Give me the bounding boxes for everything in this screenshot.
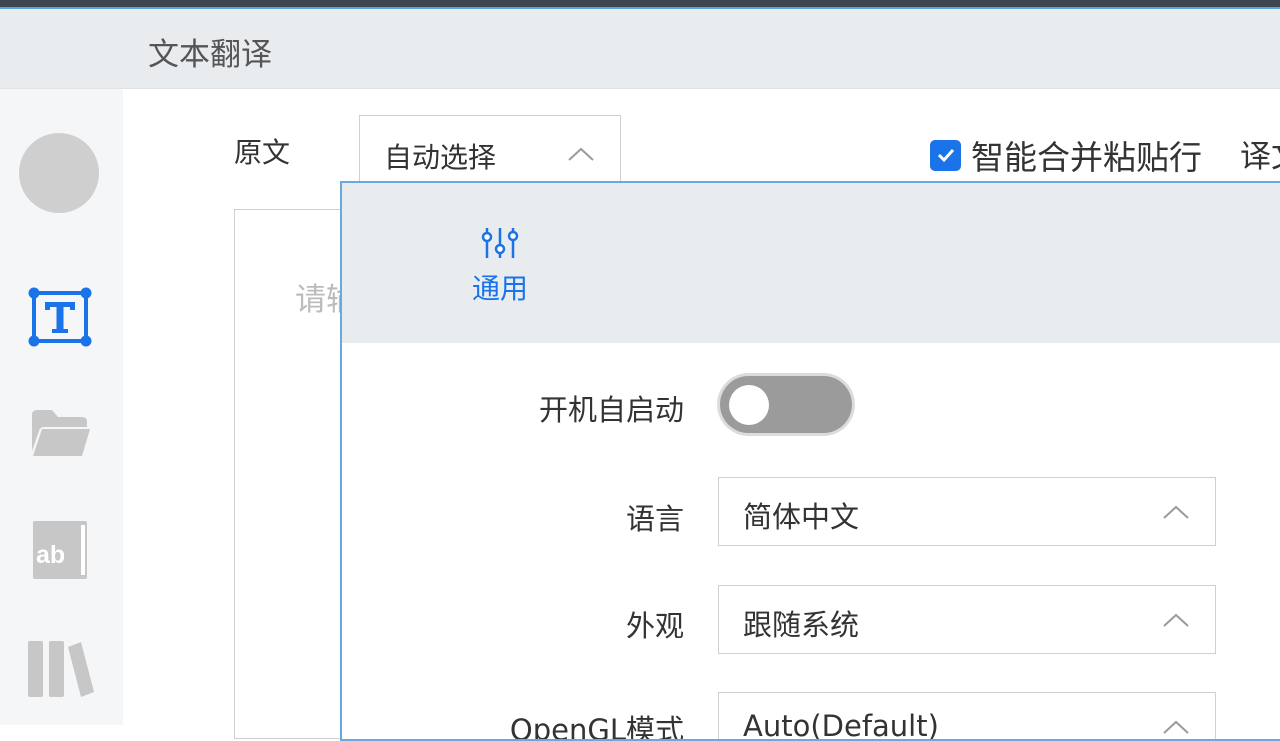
opengl-mode-value: Auto(Default) [743, 709, 939, 741]
merge-paste-label: 智能合并粘贴行 [971, 138, 1202, 177]
check-icon [937, 148, 954, 163]
target-label: 译文 [1240, 139, 1280, 175]
autostart-label: 开机自启动 [538, 393, 684, 427]
source-language-value: 自动选择 [384, 141, 497, 174]
text-icon [28, 287, 92, 347]
tab-general-label: 通用 [471, 272, 528, 305]
sliders-icon [481, 228, 519, 258]
page-title: 文本翻译 [148, 37, 272, 73]
sidebar: ab [0, 89, 123, 725]
sidebar-item-files[interactable] [30, 407, 92, 463]
tab-general[interactable]: 通用 [450, 225, 550, 307]
settings-dialog: 通用 开机自启动 语言 简体中文 外观 跟随系统 OpenGL模式 Auto(D… [340, 181, 1280, 741]
settings-tab-bar: 通用 [342, 183, 1280, 343]
language-label: 语言 [625, 502, 684, 536]
library-icon [28, 641, 94, 697]
svg-text:ab: ab [36, 541, 65, 569]
merge-paste-option[interactable]: 智能合并粘贴行 [930, 131, 1202, 179]
folder-icon [32, 410, 90, 456]
avatar[interactable] [19, 133, 99, 213]
title-bar: 文本翻译 [0, 9, 1280, 89]
chevron-up-icon [568, 147, 594, 161]
opengl-mode-select[interactable]: Auto(Default) [718, 692, 1216, 741]
toggle-knob [729, 385, 769, 425]
autostart-toggle[interactable] [720, 376, 852, 433]
language-select[interactable]: 简体中文 [718, 477, 1216, 546]
sidebar-item-dictionary[interactable]: ab [31, 519, 91, 585]
chevron-up-icon [1163, 505, 1189, 519]
chevron-up-icon [1163, 613, 1189, 627]
opengl-mode-label: OpenGL模式 [509, 713, 684, 741]
ab-book-icon: ab [33, 521, 87, 579]
merge-paste-checkbox[interactable] [930, 139, 961, 171]
sidebar-item-text-translate[interactable] [26, 285, 94, 353]
appearance-select[interactable]: 跟随系统 [718, 585, 1216, 654]
appearance-label: 外观 [625, 609, 684, 643]
sidebar-item-library[interactable] [27, 637, 95, 703]
language-value: 简体中文 [743, 500, 860, 534]
source-label: 原文 [234, 136, 291, 169]
appearance-value: 跟随系统 [743, 608, 860, 642]
chevron-up-icon [1163, 720, 1189, 734]
window-top-strip [0, 0, 1280, 9]
